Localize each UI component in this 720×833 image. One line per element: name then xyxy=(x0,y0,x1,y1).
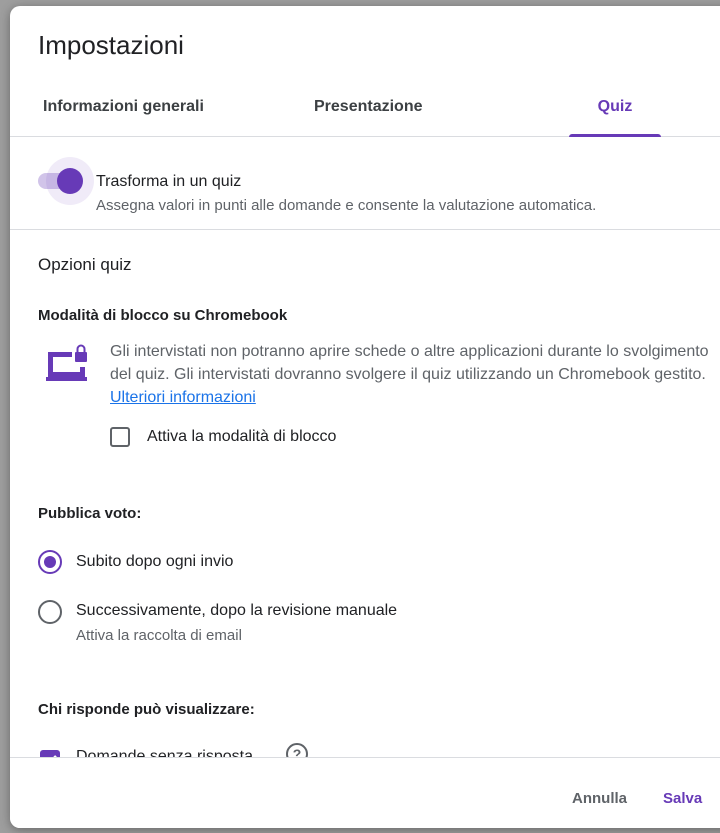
lock-mode-checkbox-label: Attiva la modalità di blocco xyxy=(147,428,337,445)
help-icon[interactable]: ? xyxy=(286,743,308,757)
respondent-view-heading: Chi risponde può visualizzare: xyxy=(38,701,255,718)
tab-general-info[interactable]: Informazioni generali xyxy=(43,82,204,136)
radio-later[interactable] xyxy=(38,600,62,624)
quiz-toggle-description: Assegna valori in punti alle domande e c… xyxy=(96,197,597,214)
settings-dialog: Impostazioni Informazioni generali Prese… xyxy=(10,6,720,828)
dialog-footer: Annulla Salva xyxy=(10,757,720,828)
unanswered-questions-checkbox[interactable] xyxy=(40,750,60,757)
tab-presentation[interactable]: Presentazione xyxy=(314,82,422,136)
quiz-toggle-row: Trasforma in un quiz Assegna valori in p… xyxy=(10,137,720,230)
dialog-title: Impostazioni xyxy=(38,30,184,60)
learn-more-link[interactable]: Ulteriori informazioni xyxy=(110,389,256,406)
quiz-options-title: Opzioni quiz xyxy=(38,255,132,274)
quiz-toggle-label: Trasforma in un quiz xyxy=(96,173,242,190)
quiz-toggle-knob[interactable] xyxy=(57,168,83,194)
tab-quiz[interactable]: Quiz xyxy=(569,82,661,136)
tab-bar: Informazioni generali Presentazione Quiz xyxy=(10,82,720,137)
cancel-button[interactable]: Annulla xyxy=(572,790,627,807)
lock-mode-description: Gli intervistati non potranno aprire sch… xyxy=(110,340,710,409)
laptop-lock-icon xyxy=(46,344,87,381)
radio-later-label: Successivamente, dopo la revisione manua… xyxy=(76,602,398,619)
lock-mode-heading: Modalità di blocco su Chromebook xyxy=(38,307,288,324)
radio-immediately[interactable] xyxy=(38,550,62,574)
lock-mode-checkbox[interactable] xyxy=(110,427,130,447)
lock-mode-description-text: Gli intervistati non potranno aprire sch… xyxy=(110,343,709,383)
checkmark-icon xyxy=(53,755,57,757)
settings-content[interactable]: Trasforma in un quiz Assegna valori in p… xyxy=(10,137,720,757)
release-grade-heading: Pubblica voto: xyxy=(38,505,142,522)
unanswered-questions-label: Domande senza risposta xyxy=(76,748,253,757)
save-button[interactable]: Salva xyxy=(663,790,702,807)
radio-immediately-label: Subito dopo ogni invio xyxy=(76,553,234,570)
radio-later-sublabel: Attiva la raccolta di email xyxy=(76,627,242,644)
